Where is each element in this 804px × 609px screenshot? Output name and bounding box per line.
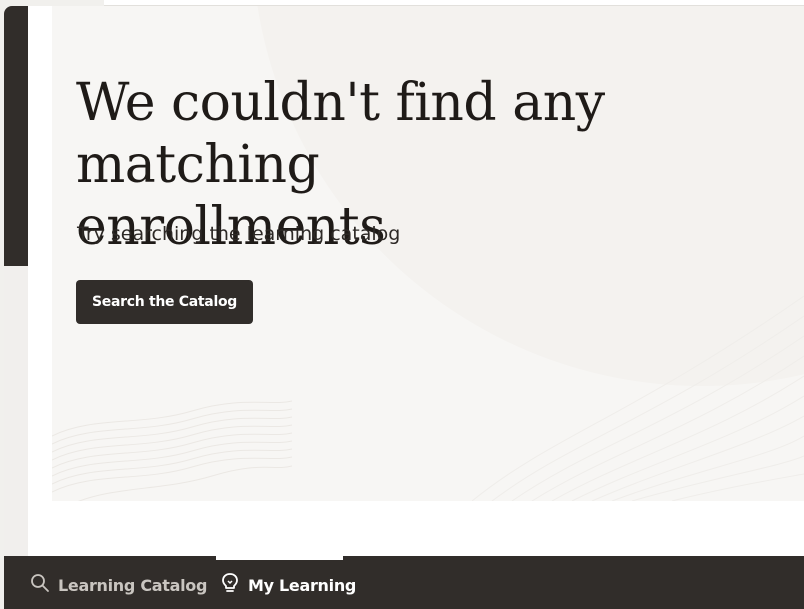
left-rail-lower — [4, 266, 28, 556]
nav-item-label: My Learning — [248, 575, 357, 595]
decorative-texture-left — [52, 400, 292, 501]
lightbulb-icon — [220, 572, 240, 593]
empty-state-subtext: Try searching the learning catalog — [77, 223, 401, 245]
nav-item-learning-catalog[interactable]: Learning Catalog — [30, 556, 207, 609]
search-icon — [30, 573, 50, 593]
nav-item-label: Learning Catalog — [58, 575, 208, 595]
bottom-navigation: Learning Catalog My Learning — [4, 556, 804, 609]
nav-item-my-learning[interactable]: My Learning — [220, 556, 356, 609]
search-catalog-button[interactable]: Search the Catalog — [76, 280, 253, 324]
left-dark-rail — [4, 6, 30, 266]
decorative-texture-right — [472, 295, 804, 501]
active-tab-indicator — [216, 556, 343, 560]
